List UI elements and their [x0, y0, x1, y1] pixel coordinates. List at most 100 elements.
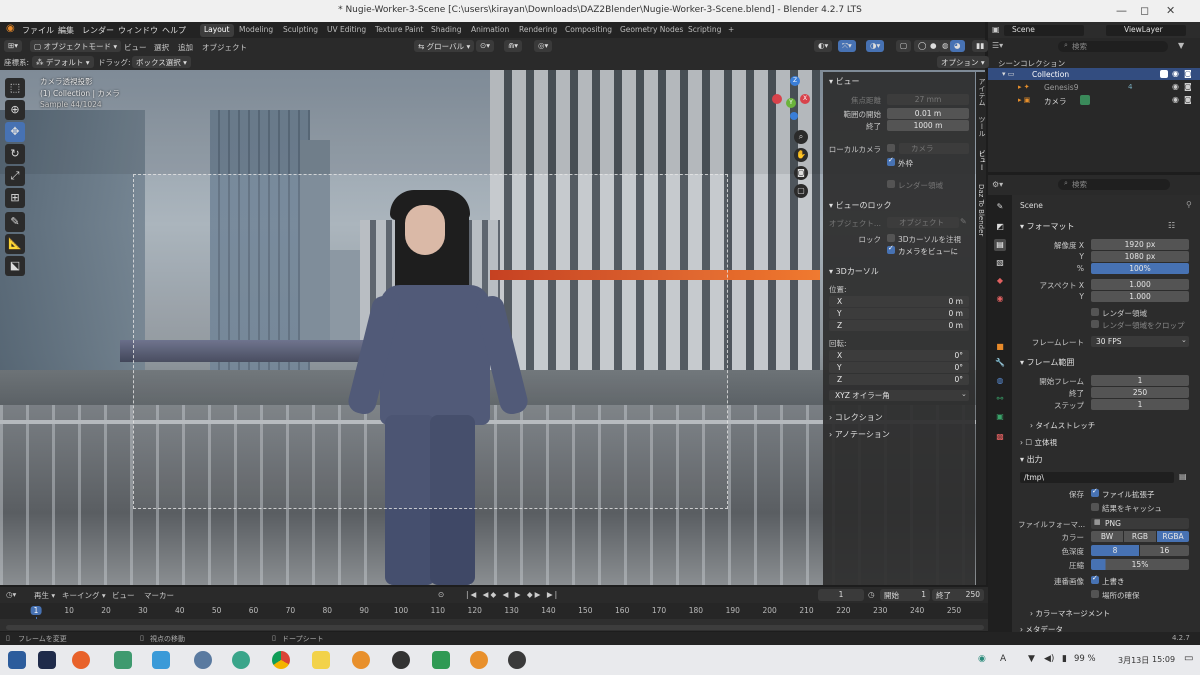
frame-checkbox[interactable]: [887, 156, 895, 166]
framerate-dropdown[interactable]: 30 FPS: [1091, 336, 1189, 347]
tab-compositing[interactable]: Compositing: [561, 24, 616, 37]
clock-icon[interactable]: ◷: [868, 590, 875, 599]
keying-menu[interactable]: キーイング ▾: [62, 590, 106, 601]
editor-type-button[interactable]: ⊞▾: [4, 40, 23, 52]
clip-end-field[interactable]: 1000 m: [887, 120, 969, 131]
world-tab-icon[interactable]: ◉: [994, 293, 1006, 305]
placeholders-checkbox[interactable]: [1091, 590, 1099, 598]
render-camera-icon[interactable]: ◙: [1184, 82, 1192, 91]
render-tab-icon[interactable]: ◩: [994, 221, 1006, 233]
scale-icon[interactable]: ⤢: [5, 166, 25, 186]
physics-tab-icon[interactable]: ◍: [994, 375, 1006, 387]
output-path-input[interactable]: /tmp\: [1020, 472, 1174, 483]
cursor-loc-y[interactable]: Y 0 m: [829, 308, 969, 319]
menu-file[interactable]: ファイル: [22, 25, 54, 36]
tab-tool[interactable]: ツール: [977, 116, 987, 137]
view-lock-section-header[interactable]: ▾ ビューのロック: [829, 200, 892, 211]
pin-icon[interactable]: ⚲: [1186, 200, 1192, 209]
record-icon[interactable]: ⊙: [438, 590, 444, 599]
neg-x-axis-icon[interactable]: [772, 94, 782, 104]
constraints-tab-icon[interactable]: ⚯: [994, 393, 1006, 405]
view-menu[interactable]: ビュー: [112, 590, 135, 601]
collection-section-header[interactable]: › コレクション: [829, 412, 883, 423]
res-x-field[interactable]: 1920 px: [1091, 239, 1189, 250]
camera-view-icon[interactable]: ◙: [794, 166, 808, 180]
options-dropdown[interactable]: オプション ▾: [937, 56, 989, 68]
transform-orientation-dropdown[interactable]: ⇆ グローバル ▾: [414, 40, 475, 52]
cursor-rot-x[interactable]: X 0°: [829, 350, 969, 361]
properties-editor-icon[interactable]: ⚙▾: [992, 180, 1003, 189]
render-region-checkbox[interactable]: [887, 180, 895, 188]
scene-selector[interactable]: Scene: [1004, 25, 1084, 36]
compression-slider[interactable]: 15%: [1091, 559, 1189, 570]
frame-start-field[interactable]: 1: [1091, 375, 1189, 386]
camera-to-view-checkbox[interactable]: [887, 244, 895, 254]
gizmo-toggle-icon[interactable]: ⤧▾: [838, 40, 856, 52]
mode-dropdown[interactable]: ▢ オブジェクトモード ▾: [30, 40, 122, 52]
wifi-icon[interactable]: ▼: [1028, 654, 1035, 664]
pivot-button[interactable]: ⊙▾: [476, 40, 495, 52]
annotate-icon[interactable]: ✎: [5, 212, 25, 232]
time-stretch-subpanel[interactable]: › タイムストレッチ: [1030, 420, 1095, 431]
tab-sculpting[interactable]: Sculpting: [279, 24, 322, 37]
viewlayer-selector[interactable]: ViewLayer: [1106, 25, 1186, 36]
start-menu-icon[interactable]: [8, 651, 26, 669]
texture-tab-icon[interactable]: ▩: [994, 431, 1006, 443]
lock-cursor-checkbox[interactable]: [887, 234, 895, 242]
overlay-toggle-icon[interactable]: ◑▾: [866, 40, 885, 52]
rotate-icon[interactable]: ↻: [5, 144, 25, 164]
pan-hand-icon[interactable]: ✋: [794, 148, 808, 162]
render-camera-icon[interactable]: ◙: [1184, 95, 1192, 104]
tab-scripting[interactable]: Scripting: [684, 24, 725, 37]
taskbar-date[interactable]: 3月13日: [1118, 655, 1149, 666]
blender-alt-icon[interactable]: [470, 651, 488, 669]
res-y-field[interactable]: 1080 px: [1091, 251, 1189, 262]
res-pct-slider[interactable]: 100%: [1091, 263, 1189, 274]
format-section-header[interactable]: ▾ フォーマット: [1020, 221, 1075, 232]
depth-8-button[interactable]: 8: [1091, 545, 1139, 556]
color-bw-button[interactable]: BW: [1091, 531, 1123, 542]
menu-edit[interactable]: 編集: [58, 25, 74, 36]
tab-daz-to-blender[interactable]: Daz To Blender: [977, 184, 985, 236]
frame-end-field[interactable]: 250: [1091, 387, 1189, 398]
minimize-button[interactable]: —: [1116, 4, 1127, 17]
volume-icon[interactable]: ◀): [1044, 654, 1054, 664]
end-frame-field[interactable]: 終了 250: [932, 589, 984, 601]
3d-cursor-section-header[interactable]: ▾ 3Dカーソル: [829, 266, 879, 277]
file-extensions-checkbox[interactable]: [1091, 487, 1099, 497]
select-menu[interactable]: 選択: [154, 42, 169, 53]
cursor-rot-y[interactable]: Y 0°: [829, 362, 969, 373]
navigation-gizmo[interactable]: Z X Y: [772, 76, 818, 122]
coord-dropdown[interactable]: ⁂ デフォルト ▾: [32, 56, 94, 68]
playback-menu[interactable]: 再生 ▾: [34, 590, 55, 601]
snap-button[interactable]: ⋒▾: [504, 40, 523, 52]
local-camera-checkbox[interactable]: [887, 144, 895, 152]
add-cube-icon[interactable]: ⬕: [5, 256, 25, 276]
obs-icon[interactable]: [392, 651, 410, 669]
zoom-icon[interactable]: ⌕: [794, 130, 808, 144]
visibility-eye-icon[interactable]: ◉: [1172, 95, 1179, 104]
lock-icon[interactable]: ▢: [794, 184, 808, 198]
output-section-header[interactable]: ▾ 出力: [1020, 454, 1043, 465]
file-format-dropdown[interactable]: PNG: [1091, 518, 1189, 529]
overwrite-checkbox[interactable]: [1091, 574, 1099, 584]
menu-render[interactable]: レンダー: [82, 25, 114, 36]
transfer-icon[interactable]: [232, 651, 250, 669]
blender-taskbar-icon[interactable]: [352, 651, 370, 669]
cursor-loc-x[interactable]: X 0 m: [829, 296, 969, 307]
eyedropper-icon[interactable]: ✎: [960, 217, 967, 226]
store-icon[interactable]: [152, 651, 170, 669]
marker-menu[interactable]: マーカー: [144, 590, 174, 601]
settings-gear-icon[interactable]: [194, 651, 212, 669]
visibility-eye-icon[interactable]: ◉: [1172, 69, 1179, 78]
notification-icon[interactable]: ▭: [1184, 653, 1193, 664]
timeline-editor-icon[interactable]: ◷▾: [6, 590, 16, 599]
tab-geometry-nodes[interactable]: Geometry Nodes: [616, 24, 687, 37]
blender-logo-icon[interactable]: ◉: [6, 23, 15, 34]
view-section-header[interactable]: ▾ ビュー: [829, 76, 860, 87]
annotation-section-header[interactable]: › アノテーション: [829, 429, 890, 440]
cursor-rot-z[interactable]: Z 0°: [829, 374, 969, 385]
drag-dropdown[interactable]: ボックス選択 ▾: [132, 56, 191, 68]
shading-rendered-icon[interactable]: ◕: [950, 40, 965, 52]
properties-search-input[interactable]: 検索: [1058, 179, 1170, 190]
